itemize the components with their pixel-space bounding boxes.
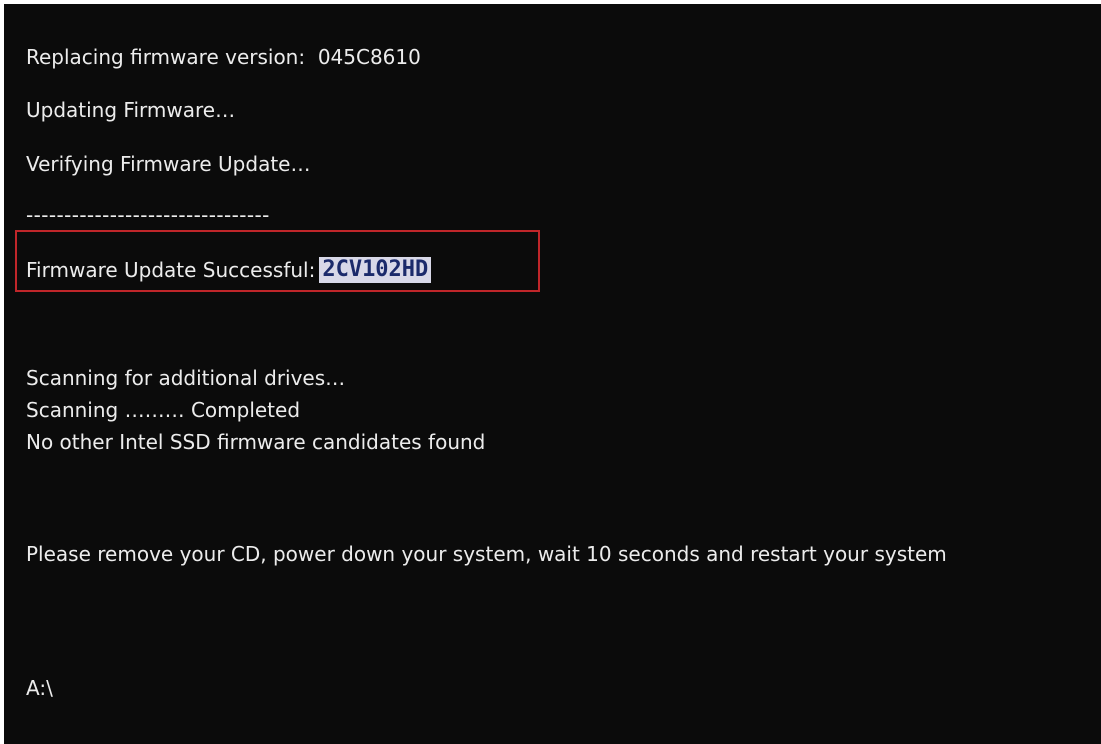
update-success-line: Firmware Update Successful: 2CV102HD [26, 256, 432, 285]
verifying-firmware-line: Verifying Firmware Update… [26, 152, 311, 176]
restart-instruction-line: Please remove your CD, power down your s… [26, 542, 947, 566]
separator-line: -------------------------------- [26, 203, 270, 227]
command-prompt[interactable]: A:\ [26, 676, 53, 700]
old-firmware-version: 045C8610 [317, 45, 421, 69]
console-screen: Replacing firmware version: 045C8610 Upd… [4, 4, 1101, 744]
scanning-drives-line: Scanning for additional drives… [26, 366, 346, 390]
replacing-firmware-label: Replacing firmware version: [26, 45, 306, 69]
replacing-firmware-line: Replacing firmware version: 045C8610 [26, 45, 421, 69]
no-candidates-line: No other Intel SSD firmware candidates f… [26, 430, 486, 454]
scanning-completed-line: Scanning ……… Completed [26, 398, 301, 422]
update-success-label: Firmware Update Successful: [26, 258, 316, 282]
new-firmware-version[interactable]: 2CV102HD [319, 256, 432, 283]
updating-firmware-line: Updating Firmware… [26, 98, 236, 122]
